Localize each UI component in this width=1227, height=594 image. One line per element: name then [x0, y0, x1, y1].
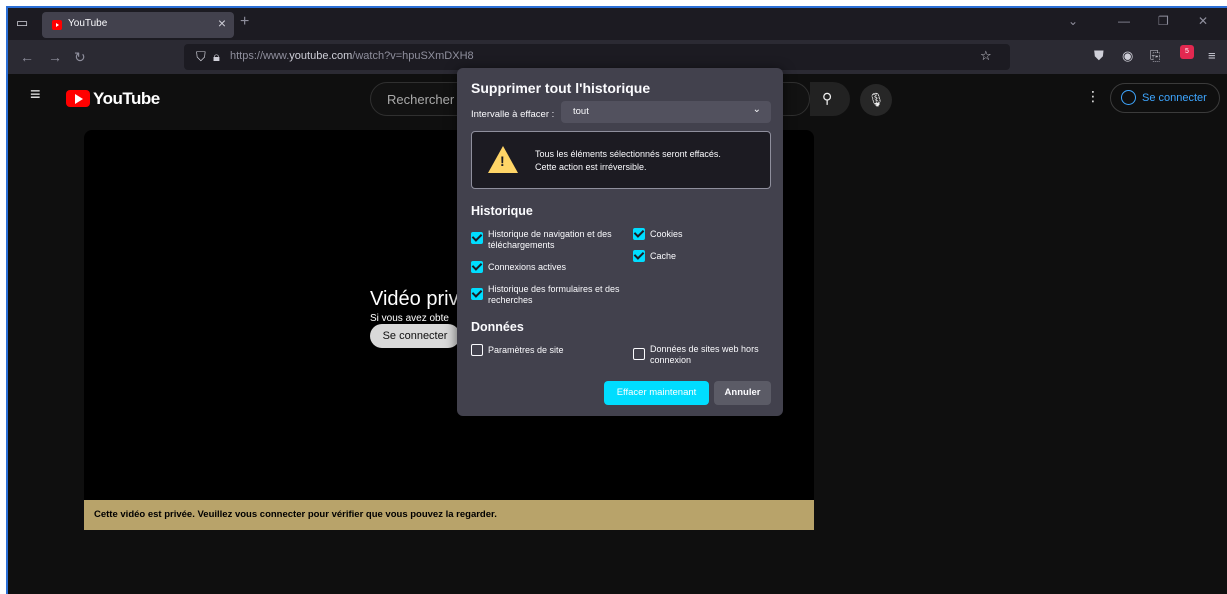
restore-icon[interactable]: ❐: [1158, 14, 1169, 28]
extensions-icon[interactable]: ⎘: [1150, 48, 1160, 64]
private-video-subtitle: Si vous avez obte: [370, 313, 449, 324]
account-icon[interactable]: ◉: [1122, 48, 1133, 64]
search-placeholder: Rechercher: [387, 92, 455, 107]
user-circle-icon: [1121, 90, 1136, 105]
search-button[interactable]: ⚲: [810, 82, 850, 116]
signin-label: Se connecter: [1142, 92, 1207, 104]
voice-search-button[interactable]: 🎙︎: [860, 84, 892, 116]
chevron-down-icon: ⌄: [752, 104, 761, 115]
cancel-button[interactable]: Annuler: [714, 381, 771, 405]
warning-box: ! Tous les éléments sélectionnés seront …: [471, 131, 771, 189]
search-icon: ⚲: [822, 90, 833, 106]
clear-history-dialog: Supprimer tout l'historique Intervalle à…: [457, 68, 783, 416]
close-window-icon[interactable]: ✕: [1198, 14, 1208, 28]
tab-youtube[interactable]: YouTube ×: [42, 12, 234, 38]
browser-window: ▭ YouTube × + ⌄ — ❐ ✕ ← → ↻ ⛉ 🔒︎ https:/…: [6, 6, 1227, 594]
minimize-icon[interactable]: —: [1118, 14, 1130, 28]
warning-icon: !: [488, 146, 518, 173]
more-options-icon[interactable]: ⋮: [1086, 88, 1100, 105]
browsing-history-label[interactable]: Historique de navigation et des télécharg…: [488, 229, 612, 251]
cookies-label[interactable]: Cookies: [650, 229, 683, 240]
dialog-title: Supprimer tout l'historique: [471, 80, 651, 96]
data-section-title: Données: [471, 320, 524, 334]
url-text[interactable]: https://www.youtube.com/watch?v=hpuSXmDX…: [230, 50, 474, 62]
forward-icon[interactable]: →: [48, 49, 62, 65]
tab-title: YouTube: [68, 18, 108, 29]
extension-badge[interactable]: 5: [1180, 45, 1194, 59]
new-tab-icon[interactable]: +: [240, 13, 249, 31]
checkbox-browsing-history[interactable]: [471, 232, 483, 244]
checkbox-offline-data[interactable]: [633, 348, 645, 360]
pocket-icon[interactable]: ⛊: [1094, 48, 1104, 64]
microphone-icon: 🎙︎: [867, 92, 885, 107]
player-signin-button[interactable]: Se connecter: [370, 324, 460, 348]
bookmark-star-icon[interactable]: ☆: [980, 48, 992, 64]
time-range-label: Intervalle à effacer :: [471, 109, 555, 120]
banner-text: Cette vidéo est privée. Veuillez vous co…: [94, 509, 497, 520]
private-video-title: Vidéo privé: [370, 288, 470, 310]
shield-icon[interactable]: ⛉: [196, 49, 206, 65]
clear-now-button[interactable]: Effacer maintenant: [604, 381, 709, 405]
app-menu-icon[interactable]: ≡: [1208, 48, 1216, 63]
url-bar[interactable]: ⛉ 🔒︎ https://www.youtube.com/watch?v=hpu…: [184, 44, 1010, 70]
lock-icon[interactable]: 🔒︎: [213, 49, 220, 65]
checkbox-site-settings[interactable]: [471, 344, 483, 356]
youtube-favicon-icon: [52, 20, 62, 30]
active-logins-label[interactable]: Connexions actives: [488, 262, 566, 273]
chevron-down-icon[interactable]: ⌄: [1068, 14, 1078, 28]
checkbox-active-logins[interactable]: [471, 261, 483, 273]
checkbox-form-history[interactable]: [471, 288, 483, 300]
hamburger-menu-icon[interactable]: ≡: [30, 84, 41, 105]
checkbox-cache[interactable]: [633, 250, 645, 262]
youtube-logo-text: YouTube: [93, 89, 160, 108]
offline-data-label[interactable]: Données de sites web hors connexion: [650, 344, 759, 366]
site-settings-label[interactable]: Paramètres de site: [488, 345, 564, 356]
signin-button[interactable]: Se connecter: [1110, 83, 1220, 113]
tab-close-icon[interactable]: ×: [218, 15, 226, 31]
history-section-title: Historique: [471, 204, 533, 218]
form-history-label[interactable]: Historique des formulaires et des recherc…: [488, 284, 620, 306]
time-range-select[interactable]: tout ⌄: [561, 101, 771, 123]
warning-text: Tous les éléments sélectionnés seront ef…: [535, 149, 721, 172]
private-video-banner: Cette vidéo est privée. Veuillez vous co…: [84, 500, 814, 530]
checkbox-cookies[interactable]: [633, 228, 645, 240]
time-range-value: tout: [573, 106, 589, 117]
tab-strip: ▭ YouTube × + ⌄ — ❐ ✕: [8, 8, 1227, 40]
back-icon[interactable]: ←: [20, 49, 34, 65]
cache-label[interactable]: Cache: [650, 251, 676, 262]
reload-icon[interactable]: ↻: [74, 49, 86, 66]
youtube-play-icon: [66, 90, 90, 107]
tab-list-icon[interactable]: ▭: [14, 15, 30, 31]
